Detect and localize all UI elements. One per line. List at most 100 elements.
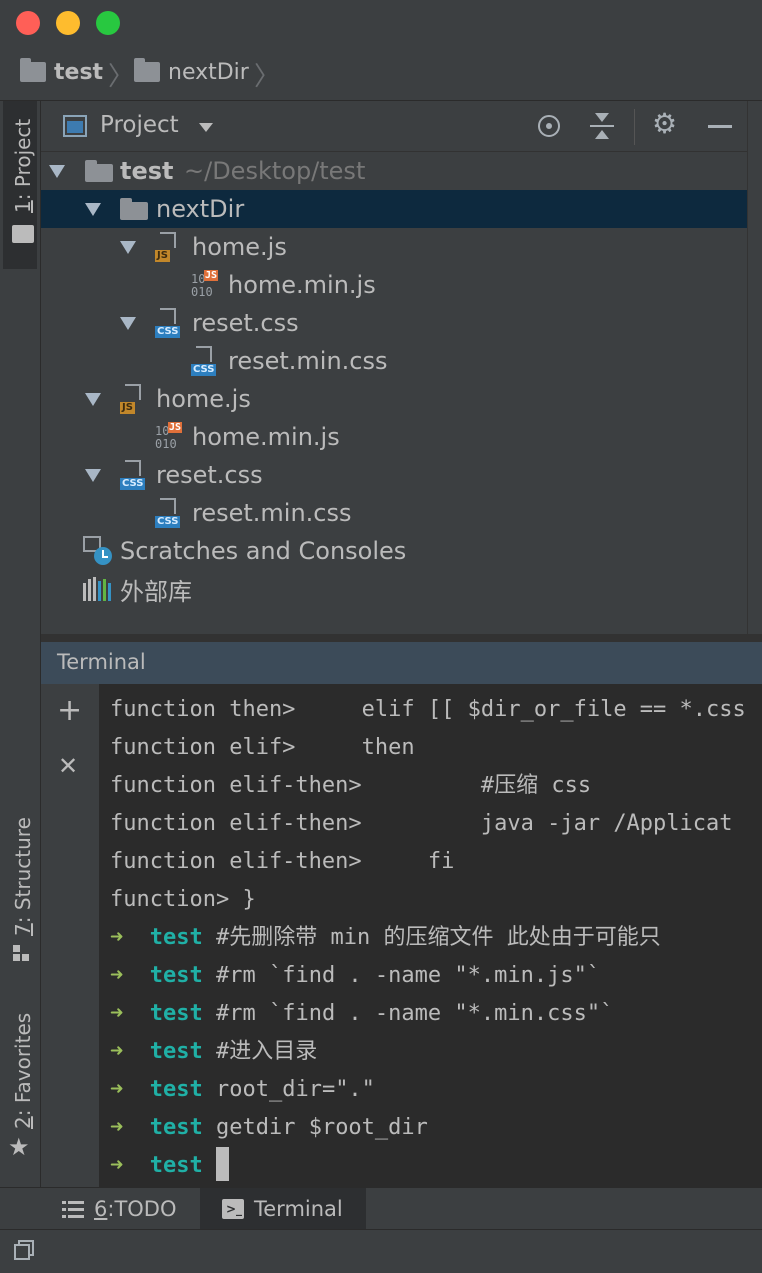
prompt-arrow-icon: ➜ <box>110 1115 124 1140</box>
terminal-cursor <box>215 1147 229 1181</box>
locate-icon[interactable] <box>538 115 560 137</box>
breadcrumb-item-test[interactable]: test <box>20 44 103 100</box>
project-folder-icon <box>12 225 34 243</box>
tree-item-home-js[interactable]: JS home.js <box>41 380 747 418</box>
prompt-directory: test <box>149 963 203 988</box>
terminal-line: function> } <box>110 887 256 912</box>
css-file-icon: CSS <box>120 460 146 490</box>
breadcrumb-item-nextdir[interactable]: nextDir <box>134 44 249 100</box>
tree-item-reset-min-css[interactable]: CSS reset.min.css <box>41 342 747 380</box>
js-file-icon: JS <box>120 384 146 414</box>
terminal-prompt-line: ➜ test #rm `find . -name "*.min.js"` <box>110 957 600 995</box>
scratches-icon <box>83 536 113 566</box>
minimize-window-button[interactable] <box>56 11 80 35</box>
prompt-directory: test <box>149 1115 203 1140</box>
prompt-arrow-icon: ➜ <box>110 1001 124 1026</box>
collapse-all-icon[interactable] <box>590 113 614 139</box>
minified-js-file-icon: 10 010 JS <box>191 270 219 299</box>
hide-icon[interactable] <box>708 125 732 128</box>
close-session-button[interactable]: ✕ <box>58 754 78 778</box>
tree-item-test-root[interactable]: test ~/Desktop/test <box>41 152 747 190</box>
toolbar-divider <box>634 109 635 145</box>
tab-terminal[interactable]: >_ Terminal <box>200 1188 366 1230</box>
terminal-line: function elif-then> #压缩 css <box>110 773 592 798</box>
terminal-header: Terminal <box>41 642 762 684</box>
tree-item-reset-css[interactable]: CSS reset.css <box>41 304 747 342</box>
terminal-line: function elif> then <box>110 735 415 760</box>
structure-icon <box>13 945 29 961</box>
tree-item-nextdir[interactable]: nextDir <box>41 190 747 228</box>
toggle-tool-windows-icon[interactable] <box>14 1240 34 1260</box>
expand-arrow-icon[interactable] <box>49 165 65 178</box>
maximize-window-button[interactable] <box>96 11 120 35</box>
prompt-directory: test <box>149 1001 203 1026</box>
tab-todo[interactable]: 6: TODO <box>50 1188 200 1230</box>
title-bar <box>0 0 762 45</box>
expand-arrow-icon[interactable] <box>85 393 101 406</box>
project-view-selector[interactable]: Project <box>100 112 179 138</box>
prompt-command: #rm `find . -name "*.min.css"` <box>215 1001 614 1026</box>
new-session-button[interactable]: + <box>57 696 82 726</box>
prompt-directory: test <box>149 1153 203 1178</box>
pane-divider[interactable] <box>41 634 762 642</box>
tree-item-home-min-js[interactable]: 10 010 JS home.min.js <box>41 266 747 304</box>
terminal-prompt-line: ➜ test #进入目录 <box>110 1033 317 1071</box>
prompt-command: #先删除带 min 的压缩文件 此处由于可能只 <box>215 925 661 950</box>
css-file-icon: CSS <box>155 498 181 528</box>
terminal-line: function then> elif [[ $dir_or_file == *… <box>110 697 746 722</box>
css-file-icon: CSS <box>155 308 181 338</box>
terminal-output[interactable]: function then> elif [[ $dir_or_file == *… <box>100 684 762 1187</box>
prompt-command: getdir $root_dir <box>215 1115 428 1140</box>
tool-tab-favorites[interactable]: 2: Favorites ★ <box>3 1001 37 1166</box>
close-window-button[interactable] <box>16 11 40 35</box>
prompt-arrow-icon: ➜ <box>110 1039 124 1064</box>
folder-icon <box>134 58 160 82</box>
minified-js-file-icon: 10 010 JS <box>155 422 183 451</box>
terminal-prompt-line: ➜ test <box>110 1147 229 1185</box>
project-panel-header: Project ⚙ <box>41 101 762 152</box>
chevron-down-icon[interactable] <box>199 123 213 132</box>
prompt-directory: test <box>149 1039 203 1064</box>
terminal-line: function elif-then> java -jar /Applicat <box>110 811 733 836</box>
project-view-icon <box>63 115 87 137</box>
terminal-prompt-line: ➜ test getdir $root_dir <box>110 1109 428 1147</box>
prompt-directory: test <box>149 1077 203 1102</box>
breadcrumb-separator-icon: 〉 <box>254 62 281 92</box>
prompt-directory: test <box>149 925 203 950</box>
tree-item-home-js[interactable]: JS home.js <box>41 228 747 266</box>
library-icon <box>83 577 113 601</box>
prompt-command: #rm `find . -name "*.min.js"` <box>215 963 601 988</box>
tree-item-external-libraries[interactable]: 外部库 <box>41 570 747 608</box>
tool-tab-project[interactable]: 1: Project <box>3 101 37 269</box>
prompt-arrow-icon: ➜ <box>110 1153 124 1178</box>
terminal-prompt-line: ➜ test root_dir="." <box>110 1071 375 1109</box>
expand-arrow-icon[interactable] <box>85 203 101 216</box>
js-file-icon: JS <box>155 232 181 262</box>
prompt-arrow-icon: ➜ <box>110 963 124 988</box>
tree-item-scratches[interactable]: Scratches and Consoles <box>41 532 747 570</box>
prompt-command: #进入目录 <box>215 1039 318 1064</box>
project-scrollbar[interactable] <box>747 101 762 634</box>
tree-item-home-min-js[interactable]: 10 010 JS home.min.js <box>41 418 747 456</box>
css-file-icon: CSS <box>191 346 217 376</box>
prompt-arrow-icon: ➜ <box>110 1077 124 1102</box>
terminal-side-toolbar: + ✕ <box>41 684 100 1187</box>
expand-arrow-icon[interactable] <box>120 241 136 254</box>
tool-tab-structure[interactable]: 7: Structure <box>3 811 37 971</box>
terminal-prompt-line: ➜ test #先删除带 min 的压缩文件 此处由于可能只 <box>110 919 661 957</box>
expand-arrow-icon[interactable] <box>85 469 101 482</box>
terminal-title: Terminal <box>57 650 146 674</box>
tree-item-reset-min-css[interactable]: CSS reset.min.css <box>41 494 747 532</box>
breadcrumb-separator-icon: 〉 <box>108 62 135 92</box>
folder-icon <box>20 58 46 82</box>
terminal-line: function elif-then> fi <box>110 849 455 874</box>
folder-icon <box>120 198 148 220</box>
terminal-prompt-line: ➜ test #rm `find . -name "*.min.css"` <box>110 995 613 1033</box>
prompt-arrow-icon: ➜ <box>110 925 124 950</box>
expand-arrow-icon[interactable] <box>120 317 136 330</box>
prompt-command: root_dir="." <box>215 1077 375 1102</box>
gear-icon[interactable]: ⚙ <box>652 107 677 140</box>
folder-icon <box>85 160 113 182</box>
tree-item-reset-css[interactable]: CSS reset.css <box>41 456 747 494</box>
status-bar <box>0 1229 762 1273</box>
